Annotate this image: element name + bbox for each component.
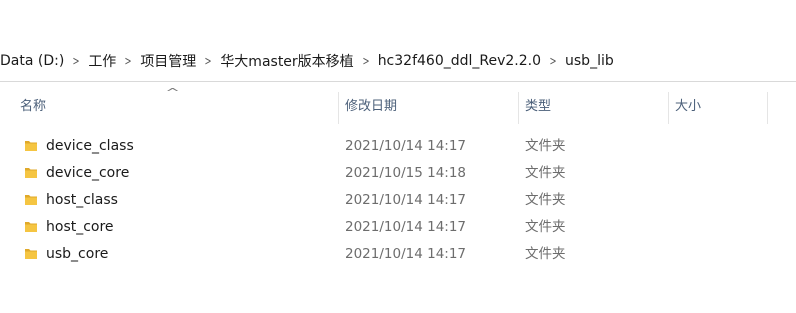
column-header-date[interactable]: 修改日期 [338,92,516,124]
file-row[interactable]: device_class 2021/10/14 14:17 文件夹 [0,133,796,160]
file-type: 文件夹 [525,246,566,262]
file-list: device_class 2021/10/14 14:17 文件夹 device… [0,133,796,268]
folder-icon [25,195,37,205]
file-name: device_core [46,165,130,181]
chevron-right-icon[interactable]: > [361,54,369,68]
column-header-name[interactable]: 名称 [14,92,336,124]
file-date: 2021/10/14 14:17 [345,138,467,154]
folder-icon [25,168,37,178]
file-row[interactable]: usb_core 2021/10/14 14:17 文件夹 [0,241,796,268]
file-row[interactable]: device_core 2021/10/15 14:18 文件夹 [0,160,796,187]
file-name: device_class [46,138,134,154]
chevron-right-icon[interactable]: > [72,54,80,68]
file-row[interactable]: host_core 2021/10/14 14:17 文件夹 [0,214,796,241]
folder-icon [25,222,37,232]
breadcrumb-port-folder[interactable]: 华大master版本移植 [214,51,359,71]
column-header-type[interactable]: 类型 [518,92,666,124]
file-type: 文件夹 [525,138,566,154]
file-date: 2021/10/14 14:17 [345,219,467,235]
file-date: 2021/10/15 14:18 [345,165,467,181]
folder-icon [25,141,37,151]
breadcrumb-work[interactable]: 工作 [82,51,122,71]
folder-icon [25,249,37,259]
file-type: 文件夹 [525,165,566,181]
breadcrumb-drive[interactable]: Data (D:) [0,53,70,69]
breadcrumb-usb-lib[interactable]: usb_lib [559,53,620,69]
file-type: 文件夹 [525,192,566,208]
chevron-right-icon[interactable]: > [204,54,212,68]
column-header-size[interactable]: 大小 [668,92,768,124]
file-date: 2021/10/14 14:17 [345,246,467,262]
breadcrumb-ddl[interactable]: hc32f460_ddl_Rev2.2.0 [372,53,547,69]
file-row[interactable]: host_class 2021/10/14 14:17 文件夹 [0,187,796,214]
file-name: host_class [46,192,118,208]
file-date: 2021/10/14 14:17 [345,192,467,208]
file-type: 文件夹 [525,219,566,235]
breadcrumb-project-management[interactable]: 项目管理 [134,51,202,71]
column-header: 名称 修改日期 类型 大小 [0,92,796,124]
file-name: usb_core [46,246,109,262]
chevron-right-icon[interactable]: > [549,54,557,68]
chevron-right-icon[interactable]: > [124,54,132,68]
address-bar[interactable]: Data (D:) > 工作 > 项目管理 > 华大master版本移植 > h… [0,41,796,82]
file-name: host_core [46,219,114,235]
